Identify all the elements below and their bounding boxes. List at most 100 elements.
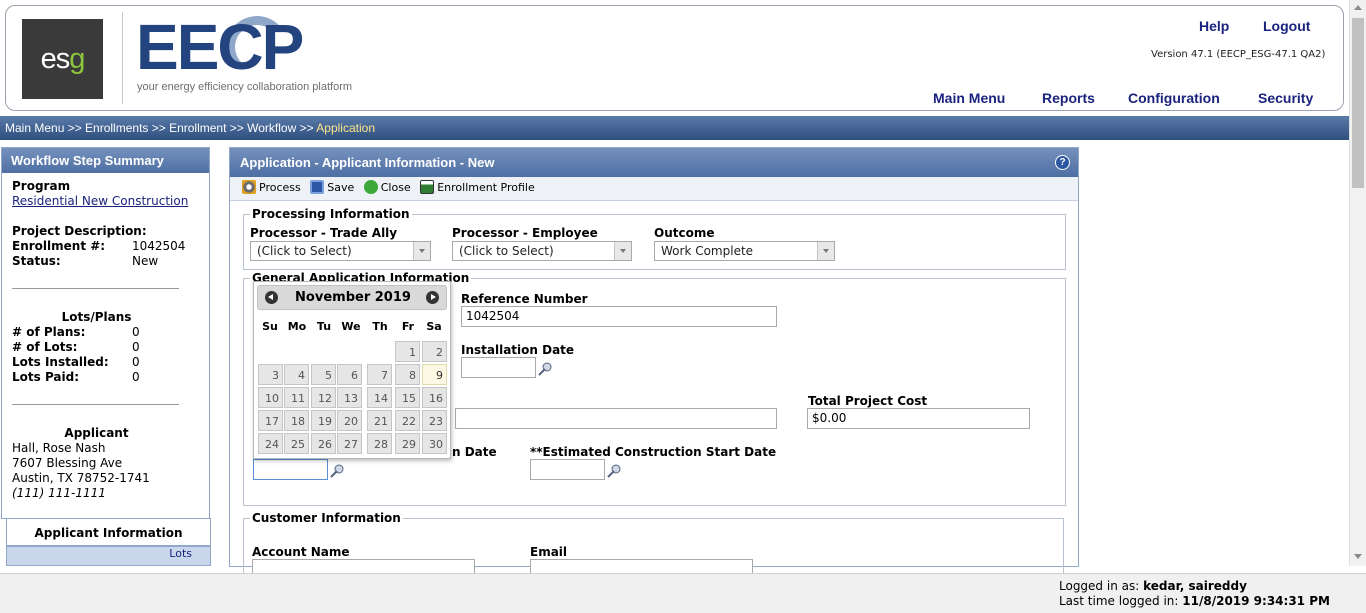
lots-paid-value: 0	[132, 370, 140, 384]
nav-configuration[interactable]: Configuration	[1128, 90, 1220, 106]
program-link[interactable]: Residential New Construction	[12, 194, 188, 208]
logged-in-user: kedar, saireddy	[1143, 579, 1247, 593]
date-picker-popup: November 2019 Su Mo Tu We Th Fr Sa 1 2 3 4 5 6 7 8 9 10…	[253, 281, 451, 459]
lots-installed-value: 0	[132, 355, 140, 369]
nav-reports[interactable]: Reports	[1042, 90, 1095, 106]
calendar-day[interactable]: 5	[311, 364, 336, 385]
close-button[interactable]: Close	[363, 180, 411, 194]
weekday-header: We	[341, 320, 361, 333]
date-picker-icon[interactable]	[606, 464, 621, 479]
lots-installed-label: Lots Installed:	[12, 355, 109, 369]
calendar-day[interactable]: 12	[311, 387, 336, 408]
focused-date-input[interactable]	[253, 459, 328, 480]
esg-logo-accent: g	[69, 42, 85, 75]
date-picker-icon[interactable]	[329, 464, 344, 479]
total-project-cost-input[interactable]: $0.00	[807, 408, 1030, 429]
calendar-day[interactable]: 29	[395, 433, 420, 454]
calendar-day[interactable]: 10	[258, 387, 283, 408]
breadcrumb-trail[interactable]: Main Menu >> Enrollments >> Enrollment >…	[5, 121, 316, 135]
calendar-day[interactable]: 24	[258, 433, 283, 454]
email-label: Email	[530, 545, 568, 559]
calendar-day[interactable]: 28	[367, 433, 392, 454]
calendar-day[interactable]: 2	[422, 341, 447, 362]
calendar-day[interactable]: 4	[284, 364, 309, 385]
logout-link[interactable]: Logout	[1263, 18, 1310, 34]
calendar-header: November 2019	[257, 285, 447, 310]
enrollment-value: 1042504	[132, 239, 186, 253]
calendar-day[interactable]: 22	[395, 410, 420, 431]
employee-select[interactable]: (Click to Select)	[452, 241, 632, 261]
panel-title: Application - Applicant Information - Ne…	[230, 148, 1078, 177]
outcome-label: Outcome	[654, 226, 715, 240]
next-month-icon[interactable]	[426, 291, 439, 304]
calendar-day[interactable]: 27	[337, 433, 362, 454]
calendar-day[interactable]: 20	[337, 410, 362, 431]
weekday-header: Th	[372, 320, 388, 333]
trade-ally-value: (Click to Select)	[257, 244, 352, 258]
calendar-day[interactable]: 19	[311, 410, 336, 431]
nav-security[interactable]: Security	[1258, 90, 1313, 106]
process-button[interactable]: Process	[242, 180, 301, 194]
calendar-day[interactable]: 16	[422, 387, 447, 408]
enrollment-label: Enrollment #:	[12, 239, 106, 253]
est-construction-start-input[interactable]	[530, 459, 605, 480]
save-button[interactable]: Save	[310, 180, 354, 194]
calendar-day[interactable]: 25	[284, 433, 309, 454]
outcome-select[interactable]: Work Complete	[654, 241, 835, 261]
tab-applicant-information[interactable]: Applicant Information	[6, 518, 211, 546]
calendar-day[interactable]: 21	[367, 410, 392, 431]
chevron-down-icon[interactable]	[413, 242, 430, 260]
account-name-label: Account Name	[252, 545, 350, 559]
calendar-day[interactable]: 7	[367, 364, 392, 385]
page-scrollbar[interactable]	[1349, 0, 1366, 566]
app-header: esg EECP your energy efficiency collabor…	[5, 5, 1344, 111]
calendar-day[interactable]: 6	[337, 364, 362, 385]
calendar-day[interactable]: 23	[422, 410, 447, 431]
tagline: your energy efficiency collaboration pla…	[137, 81, 353, 93]
chevron-down-icon[interactable]	[817, 242, 834, 260]
calendar-day[interactable]: 14	[367, 387, 392, 408]
enrollment-profile-label: Enrollment Profile	[437, 180, 535, 194]
enrollment-profile-button[interactable]: Enrollment Profile	[420, 180, 535, 194]
calendar-month-label: November 2019	[295, 290, 411, 305]
status-value: New	[132, 254, 159, 268]
lots-value: 0	[132, 340, 140, 354]
description-input[interactable]	[455, 408, 777, 429]
applicant-address-line2: Austin, TX 78752-1741	[12, 471, 150, 485]
employee-label: Processor - Employee	[452, 226, 598, 240]
calendar-day[interactable]: 17	[258, 410, 283, 431]
calendar-day[interactable]: 26	[311, 433, 336, 454]
customer-legend: Customer Information	[252, 511, 401, 525]
scroll-thumb[interactable]	[1352, 18, 1364, 188]
help-link[interactable]: Help	[1199, 18, 1229, 34]
trade-ally-label: Processor - Trade Ally	[250, 226, 398, 240]
calendar-day[interactable]: 18	[284, 410, 309, 431]
help-icon[interactable]: ?	[1055, 155, 1070, 170]
employee-value: (Click to Select)	[459, 244, 554, 258]
trade-ally-select[interactable]: (Click to Select)	[250, 241, 431, 261]
save-label: Save	[327, 180, 355, 194]
calendar-day[interactable]: 13	[337, 387, 362, 408]
lots-paid-label: Lots Paid:	[12, 370, 80, 384]
reference-number-input[interactable]: 1042504	[461, 306, 777, 327]
calendar-day[interactable]: 30	[422, 433, 447, 454]
applicant-phone: (111) 111-1111	[12, 486, 106, 500]
version-label: Version 47.1 (EECP_ESG-47.1 QA2)	[1151, 49, 1326, 60]
calendar-day[interactable]: 3	[258, 364, 283, 385]
calendar-day-today[interactable]: 9	[422, 364, 447, 385]
scroll-down-icon[interactable]	[1354, 554, 1362, 559]
scroll-up-icon[interactable]	[1354, 5, 1362, 10]
calendar-day[interactable]: 8	[395, 364, 420, 385]
nav-main-menu[interactable]: Main Menu	[933, 90, 1005, 106]
plans-label: # of Plans:	[12, 325, 86, 339]
tab-lots[interactable]: Lots	[6, 546, 211, 566]
calendar-day[interactable]: 15	[395, 387, 420, 408]
close-label: Close	[380, 180, 411, 194]
calendar-day[interactable]: 1	[395, 341, 420, 362]
date-picker-icon[interactable]	[537, 362, 552, 377]
weekday-header: Sa	[426, 320, 442, 333]
calendar-day[interactable]: 11	[284, 387, 309, 408]
chevron-down-icon[interactable]	[614, 242, 631, 260]
installation-date-input[interactable]	[461, 357, 536, 378]
divider	[12, 288, 179, 289]
